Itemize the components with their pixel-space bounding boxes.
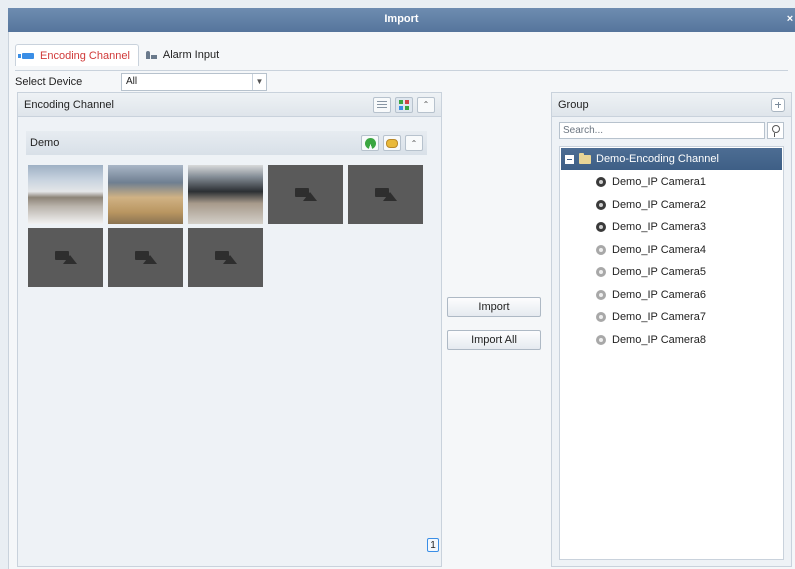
no-video-icon [295, 188, 317, 201]
list-view-icon [377, 100, 387, 109]
tree-root-node[interactable]: Demo-Encoding Channel [561, 148, 782, 170]
camera-name: Demo_IP Camera5 [612, 266, 706, 279]
add-camera-button[interactable] [383, 135, 401, 151]
camera-online-icon [596, 222, 606, 233]
channel-thumbnail[interactable] [188, 165, 263, 224]
tab-label: Alarm Input [162, 49, 220, 61]
select-device-label: Select Device [15, 75, 83, 88]
device-group-title: Demo [30, 137, 60, 149]
group-tree: Demo-Encoding Channel Demo_IP Camera1 De… [559, 146, 784, 560]
alarm-icon [145, 50, 157, 60]
tree-item-camera[interactable]: Demo_IP Camera3 [560, 216, 783, 239]
camera-name: Demo_IP Camera7 [612, 311, 706, 324]
tab-alarm-input[interactable]: Alarm Input [139, 44, 227, 66]
channel-thumbnail[interactable] [348, 165, 423, 224]
tree-item-camera[interactable]: Demo_IP Camera6 [560, 284, 783, 307]
camera-name: Demo_IP Camera8 [612, 333, 706, 346]
select-device-row: Select Device All ▼ [15, 70, 788, 91]
tree-item-camera[interactable]: Demo_IP Camera5 [560, 261, 783, 284]
no-video-icon [55, 251, 77, 264]
camera-offline-icon [596, 334, 606, 345]
camera-add-icon [386, 138, 398, 148]
tab-label: Encoding Channel [40, 49, 130, 62]
camera-icon [18, 52, 34, 59]
list-view-button[interactable] [373, 96, 391, 113]
add-group-icon[interactable] [771, 97, 785, 112]
channel-thumbnail[interactable] [268, 165, 343, 224]
refresh-icon [364, 137, 376, 149]
chevron-up-icon: ⌃ [410, 138, 418, 148]
chevron-up-icon: ⌃ [422, 100, 430, 109]
search-input[interactable] [559, 122, 765, 139]
camera-name: Demo_IP Camera2 [612, 198, 706, 211]
tree-item-camera[interactable]: Demo_IP Camera4 [560, 239, 783, 262]
collapse-panel-button[interactable]: ⌃ [417, 96, 435, 113]
camera-online-icon [596, 177, 606, 188]
camera-name: Demo_IP Camera1 [612, 176, 706, 189]
refresh-button[interactable] [361, 135, 379, 151]
camera-offline-icon [596, 289, 606, 300]
import-dialog: Encoding Channel Alarm Input Select Devi… [8, 32, 795, 569]
device-select-value: All [126, 76, 138, 87]
tree-item-camera[interactable]: Demo_IP Camera1 [560, 171, 783, 194]
search-icon[interactable] [767, 122, 784, 139]
close-icon[interactable]: × [785, 8, 795, 30]
grid-view-icon [399, 99, 409, 110]
folder-icon [579, 152, 591, 164]
device-group-bar: Demo ⌃ [26, 131, 427, 155]
channel-thumbnail[interactable] [108, 228, 183, 287]
camera-offline-icon [596, 267, 606, 278]
collapse-group-button[interactable]: ⌃ [405, 135, 423, 151]
channel-thumbnail[interactable] [28, 228, 103, 287]
no-video-icon [375, 188, 397, 201]
collapse-icon[interactable] [565, 154, 574, 164]
panel-title: Encoding Channel [24, 98, 114, 111]
device-select[interactable]: All ▼ [121, 72, 267, 91]
tree-root-label: Demo-Encoding Channel [596, 153, 719, 165]
camera-offline-icon [596, 244, 606, 255]
camera-offline-icon [596, 312, 606, 323]
camera-name: Demo_IP Camera3 [612, 221, 706, 234]
dialog-titlebar: Import × [8, 8, 795, 32]
camera-online-icon [596, 199, 606, 210]
group-search [559, 122, 784, 139]
tree-item-camera[interactable]: Demo_IP Camera7 [560, 306, 783, 329]
tree-item-camera[interactable]: Demo_IP Camera8 [560, 329, 783, 352]
camera-name: Demo_IP Camera4 [612, 243, 706, 256]
import-button[interactable]: Import [447, 297, 541, 317]
import-all-button[interactable]: Import All [447, 330, 541, 350]
channel-thumbnail[interactable] [108, 165, 183, 224]
no-video-icon [215, 251, 237, 264]
channel-thumbnail-grid [28, 165, 428, 287]
tab-encoding-channel[interactable]: Encoding Channel [15, 44, 139, 66]
channel-thumbnail[interactable] [188, 228, 263, 287]
camera-name: Demo_IP Camera6 [612, 288, 706, 301]
page-number-button[interactable]: 1 [427, 538, 439, 552]
dialog-title: Import [384, 13, 419, 25]
group-header: Group [552, 93, 791, 117]
no-video-icon [135, 251, 157, 264]
tree-item-camera[interactable]: Demo_IP Camera2 [560, 194, 783, 217]
panel-title: Group [558, 98, 589, 111]
grid-view-button[interactable] [395, 96, 413, 113]
encoding-channel-header: Encoding Channel ⌃ [18, 93, 441, 117]
tab-bar: Encoding Channel Alarm Input [15, 44, 227, 66]
chevron-down-icon: ▼ [252, 73, 266, 90]
channel-thumbnail[interactable] [28, 165, 103, 224]
group-panel: Group Demo-Encoding Channel Demo_IP Came… [551, 92, 792, 567]
encoding-channel-panel: Encoding Channel ⌃ Demo ⌃ 1 [17, 92, 442, 567]
